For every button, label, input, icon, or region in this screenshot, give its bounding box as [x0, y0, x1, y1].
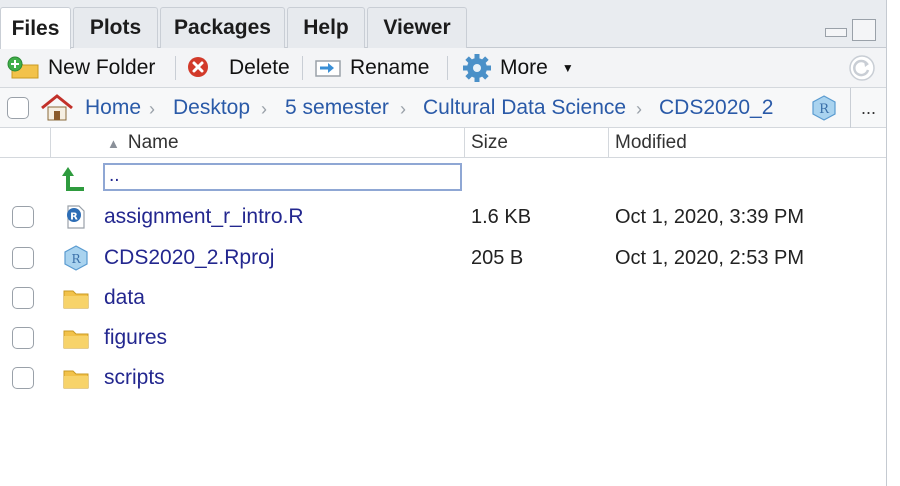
column-size-header[interactable]: Size: [464, 128, 608, 158]
delete-button[interactable]: Delete: [186, 48, 290, 88]
tab-label: Viewer: [383, 16, 451, 39]
pane-tabbar: Files Plots Packages Help Viewer: [0, 0, 886, 49]
breadcrumb-home[interactable]: Home: [85, 88, 141, 128]
tab-plots[interactable]: Plots: [73, 7, 158, 48]
folder-icon: [62, 286, 90, 310]
row-checkbox[interactable]: [12, 367, 34, 389]
refresh-button[interactable]: [848, 48, 876, 88]
home-icon[interactable]: [40, 88, 74, 128]
folder-row[interactable]: figures: [0, 318, 886, 358]
rename-button[interactable]: Rename: [314, 48, 429, 88]
toolbar-divider: [175, 56, 176, 80]
more-menu-button[interactable]: More ▼: [462, 48, 574, 88]
tab-files[interactable]: Files: [0, 7, 71, 49]
column-modified-label: Modified: [615, 132, 687, 153]
file-modified: Oct 1, 2020, 2:53 PM: [615, 246, 804, 269]
breadcrumb-cultural-data-science[interactable]: Cultural Data Science: [423, 88, 626, 128]
new-folder-button[interactable]: New Folder: [6, 48, 155, 88]
select-all-checkbox[interactable]: [7, 97, 29, 119]
folder-name-link[interactable]: figures: [104, 318, 167, 358]
row-checkbox[interactable]: [12, 327, 34, 349]
chevron-right-icon: ›: [636, 99, 642, 119]
row-checkbox[interactable]: [12, 206, 34, 228]
delete-label: Delete: [229, 56, 290, 79]
file-size: 1.6 KB: [471, 205, 532, 228]
pane-window-controls: [824, 19, 876, 41]
breadcrumb-more-button[interactable]: ...: [850, 88, 886, 128]
file-name-link[interactable]: CDS2020_2.Rproj: [104, 238, 274, 278]
toolbar-divider: [447, 56, 448, 80]
folder-icon: [62, 326, 90, 350]
delete-icon: [186, 56, 210, 80]
folder-name-link[interactable]: scripts: [104, 358, 165, 398]
parent-directory-label: ..: [109, 165, 120, 186]
sort-ascending-icon: ▲: [107, 135, 120, 151]
rproj-icon: R: [62, 245, 90, 271]
svg-text:R: R: [71, 252, 81, 266]
breadcrumb: Home › Desktop › 5 semester › Cultural D…: [0, 88, 886, 128]
folder-row[interactable]: data: [0, 278, 886, 318]
toolbar-divider: [302, 56, 303, 80]
chevron-right-icon: ›: [149, 99, 155, 119]
new-folder-icon: [6, 56, 44, 80]
breadcrumb-desktop[interactable]: Desktop: [173, 88, 250, 128]
parent-directory-link[interactable]: ..: [103, 163, 462, 191]
tab-help[interactable]: Help: [287, 7, 365, 48]
svg-text:R: R: [70, 212, 78, 223]
folder-row[interactable]: scripts: [0, 358, 886, 398]
column-name-header[interactable]: ▲ Name: [50, 128, 464, 158]
breadcrumb-more-label: ...: [860, 97, 876, 118]
file-name-link[interactable]: assignment_r_intro.R: [104, 197, 304, 237]
r-script-icon: R: [62, 205, 90, 229]
pane-right-border: [886, 0, 887, 486]
go-up-icon: [62, 166, 90, 191]
column-modified-header[interactable]: Modified: [608, 128, 886, 158]
rename-label: Rename: [350, 56, 430, 79]
chevron-right-icon: ›: [261, 99, 267, 119]
folder-name-link[interactable]: data: [104, 278, 145, 318]
files-toolbar: New Folder Delete Rename More ▼: [0, 48, 886, 88]
chevron-right-icon: ›: [400, 99, 406, 119]
column-size-label: Size: [471, 132, 508, 153]
tab-label: Plots: [89, 16, 142, 39]
column-name-label: Name: [127, 132, 179, 153]
rename-icon: [314, 56, 342, 80]
new-folder-label: New Folder: [48, 56, 156, 79]
maximize-pane-button[interactable]: [852, 19, 876, 41]
tab-label: Help: [303, 16, 349, 39]
file-row[interactable]: R CDS2020_2.Rproj 205 B Oct 1, 2020, 2:5…: [0, 238, 886, 278]
file-size: 205 B: [471, 246, 524, 269]
file-row[interactable]: R assignment_r_intro.R 1.6 KB Oct 1, 202…: [0, 197, 886, 237]
chevron-down-icon: ▼: [561, 61, 574, 75]
refresh-icon: [848, 54, 876, 82]
tab-packages[interactable]: Packages: [160, 7, 285, 48]
row-checkbox[interactable]: [12, 247, 34, 269]
file-modified: Oct 1, 2020, 3:39 PM: [615, 205, 804, 228]
row-checkbox[interactable]: [12, 287, 34, 309]
tab-viewer[interactable]: Viewer: [367, 7, 467, 48]
folder-icon: [62, 366, 90, 390]
tab-label: Files: [11, 16, 60, 40]
breadcrumb-5-semester[interactable]: 5 semester: [285, 88, 389, 128]
gear-icon: [462, 54, 492, 82]
more-label: More: [500, 56, 548, 79]
minimize-pane-button[interactable]: [824, 19, 848, 41]
breadcrumb-cds2020-2[interactable]: CDS2020_2: [659, 88, 773, 128]
go-to-project-icon[interactable]: R: [810, 88, 838, 128]
tab-label: Packages: [174, 16, 271, 39]
file-list-header: ▲ Name Size Modified: [0, 128, 886, 158]
svg-text:R: R: [819, 102, 830, 117]
